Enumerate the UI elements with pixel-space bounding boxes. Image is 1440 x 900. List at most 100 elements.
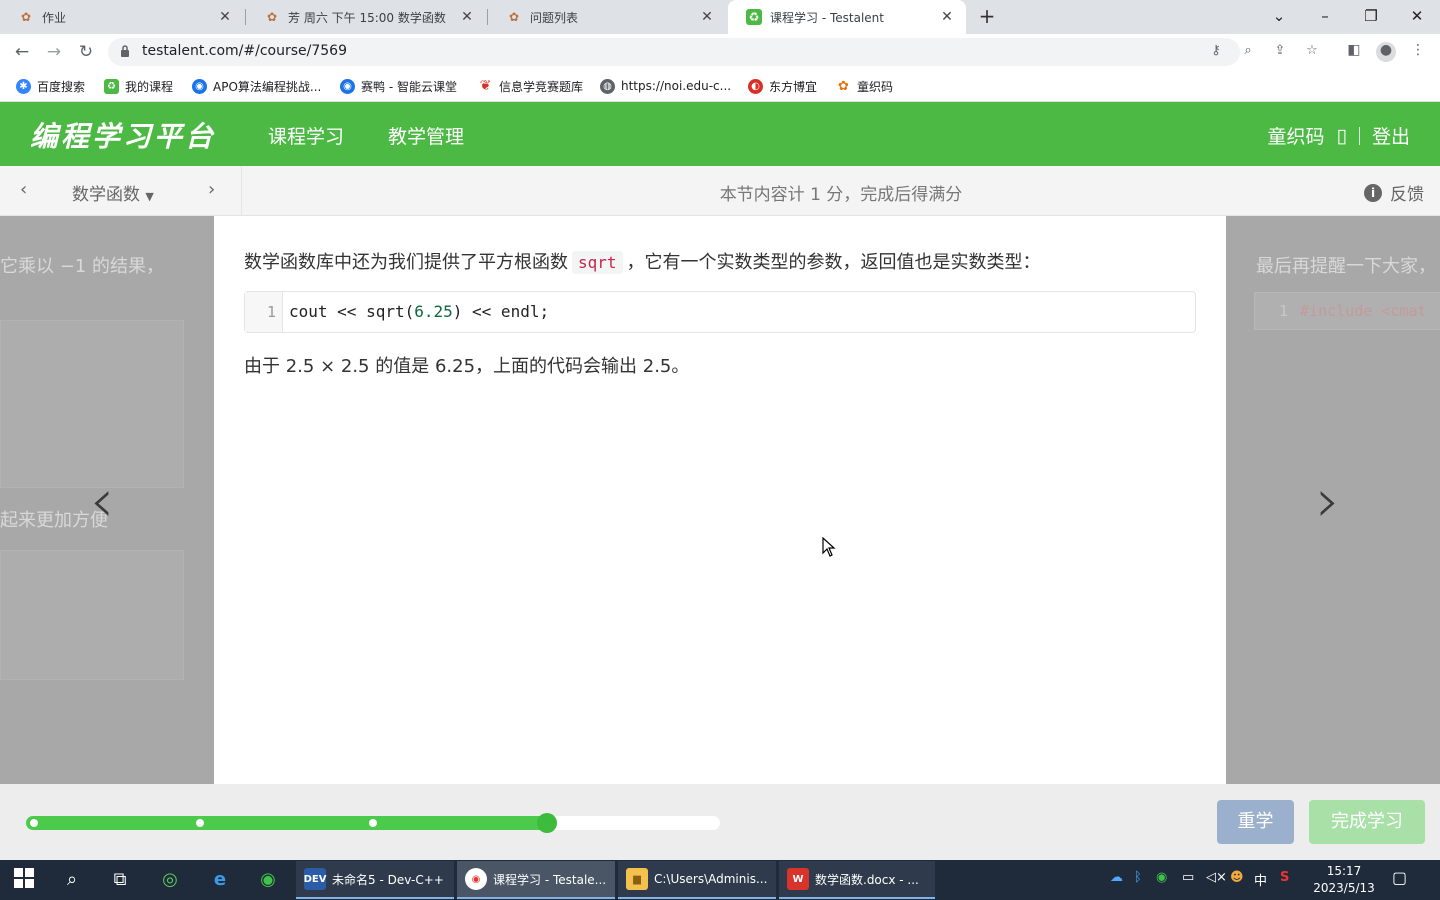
previous-slide-arrow-icon[interactable]: ‹ [90,466,114,536]
section-nav: ‹ 数学函数 ▼ › [0,166,242,216]
bookmarks-bar: ✱ 百度搜索 ♻ 我的课程 ◉ APO算法编程挑战... ◉ 赛鸭 - 智能云课… [0,70,1440,102]
tab-label: 作业 [42,10,67,25]
chrome-icon: ◉ [465,868,487,890]
qq-icon[interactable]: ☻ [1230,870,1244,885]
devcpp-icon: DEV [304,868,326,890]
profile-icon[interactable]: ● [1376,42,1396,62]
tab-search-icon[interactable]: ⌄ [1256,0,1302,34]
system-clock[interactable]: 15:17 2023/5/13 [1312,863,1376,897]
relearn-button[interactable]: 重学 [1217,800,1294,844]
bluetooth-icon[interactable]: ᛒ [1134,870,1142,885]
bookmark-item[interactable]: ◉ APO算法编程挑战... [192,76,321,96]
bookmark-star-icon[interactable]: ☆ [1302,43,1322,61]
bookmark-item[interactable]: ◍ https://noi.edu-c... [600,76,731,96]
taskbar-app[interactable]: ▆ C:\Users\Adminis... [618,861,776,899]
ime-indicator[interactable]: 中 [1254,870,1267,889]
windows-start-icon[interactable] [12,868,36,892]
complete-learning-button[interactable]: 完成学习 [1309,800,1425,844]
zoom-icon[interactable]: ⌕ [1238,43,1258,61]
bookmark-label: 童织码 [857,79,894,94]
taskbar-app[interactable]: DEV 未命名5 - Dev-C++ [296,861,454,899]
bookmark-item[interactable]: ✱ 百度搜索 [16,76,85,96]
feedback-button[interactable]: i 反馈 [1364,180,1424,205]
progress-dot[interactable] [196,819,204,827]
bookmark-item[interactable]: ◐ 东方博宜 [748,76,817,96]
section-selector[interactable]: 数学函数 ▼ [72,180,154,205]
progress-dot[interactable] [30,819,38,827]
window-close-button[interactable]: ✕ [1394,0,1440,34]
close-icon[interactable]: ✕ [216,9,234,25]
url-text: testalent.com/#/course/7569 [142,43,347,59]
next-slide-arrow-icon[interactable]: › [1316,466,1340,536]
clock-date: 2023/5/13 [1313,881,1375,895]
slide-stage: 它乘以 −1 的结果， 起来更加方便 ‹ 最后再提醒一下大家， 1 #includ… [0,216,1440,784]
ie-icon[interactable]: e [208,868,232,892]
inline-code: sqrt [572,251,623,274]
baidu-icon: ✱ [16,78,31,94]
bookmark-item[interactable]: ❦ 信息学竞赛题库 [478,76,583,96]
progress-dot[interactable] [369,819,377,827]
address-bar[interactable]: testalent.com/#/course/7569 ⚷ ⌕ ⇪ ☆ [108,38,1318,66]
nav-teaching-management[interactable]: 教学管理 [388,122,464,149]
taskbar-app-active[interactable]: ◉ 课程学习 - Testale... [457,861,615,899]
next-section-chevron-icon[interactable]: › [208,179,215,200]
taskbar-app-label: 课程学习 - Testale... [493,872,607,887]
app-logo[interactable]: 编程学习平台 [30,115,216,155]
testalent-icon: ♻ [104,78,119,94]
code-block[interactable]: 1 cout << sqrt(6.25) << endl; [244,291,1196,333]
code-token: ) << endl; [452,302,550,321]
prev-section-chevron-icon[interactable]: ‹ [20,179,27,200]
notification-icon[interactable]: ▢ [1392,868,1407,887]
logout-link[interactable]: 登出 [1372,122,1410,149]
progress-fill [26,816,547,830]
share-icon[interactable]: ⇪ [1270,43,1290,61]
wechat-icon[interactable]: ◉ [256,868,280,892]
close-icon[interactable]: ✕ [698,9,716,25]
side-panel-icon[interactable]: ◧ [1344,42,1364,62]
progress-track[interactable] [26,813,720,833]
bookmark-item[interactable]: ♻ 我的课程 [104,76,173,96]
minimize-button[interactable]: – [1302,0,1348,34]
nav-course-learning[interactable]: 课程学习 [268,122,344,149]
restore-button[interactable]: ❐ [1348,0,1394,34]
score-info: 本节内容计 1 分，完成后得满分 [719,185,963,205]
pepper-icon: ✿ [508,10,520,24]
menu-icon[interactable]: ⋮ [1408,42,1428,62]
sogou-icon[interactable]: S [1280,870,1289,885]
taskbar-app[interactable]: W 数学函数.docx - ... [779,861,935,899]
browser-tab[interactable]: ✿ 问题列表 ✕ [488,0,726,34]
onedrive-icon[interactable]: ☁ [1110,870,1123,885]
task-view-icon[interactable]: ⧉ [108,868,132,892]
browser-tab-active[interactable]: ♻ 课程学习 - Testalent ✕ [728,0,966,34]
next-slide-code: 1 #include <cmat [1254,292,1440,330]
browser-360-icon[interactable]: ◎ [158,868,182,892]
bookmark-label: https://noi.edu-c... [621,79,732,93]
progress-knob[interactable] [537,813,557,833]
wechat-tray-icon[interactable]: ◉ [1156,870,1167,885]
key-icon[interactable]: ⚷ [1206,43,1226,61]
browser-tab[interactable]: ✿ 芳 周六 下午 15:00 数学函数 ✕ [246,0,486,34]
taskbar-app-label: C:\Users\Adminis... [654,872,768,886]
close-icon[interactable]: ✕ [938,9,956,25]
search-icon[interactable]: ⌕ [60,868,84,892]
paragraph-text: ，它有一个实数类型的参数，返回值也是实数类型： [626,252,1041,273]
testalent-icon: ♻ [746,9,762,25]
bookmark-item[interactable]: ◉ 赛鸭 - 智能云课堂 [340,76,457,96]
volume-muted-icon[interactable]: ◁× [1206,870,1227,885]
close-icon[interactable]: ✕ [458,9,476,25]
username[interactable]: 童织码 [1268,122,1325,149]
code-token: cout << sqrt( [289,302,415,321]
feedback-label: 反馈 [1390,185,1424,205]
line-number: 1 [1279,302,1289,320]
clock-time: 15:17 [1326,864,1362,878]
browser-toolbar: ← → ↻ testalent.com/#/course/7569 ⚷ ⌕ ⇪ … [0,34,1440,70]
paragraph-text: 数学函数库中还为我们提供了平方根函数 [244,252,568,273]
forward-button[interactable]: → [42,40,66,64]
reload-button[interactable]: ↻ [74,40,98,64]
browser-tab[interactable]: ✿ 作业 ✕ [0,0,244,34]
new-tab-button[interactable]: + [976,5,998,27]
network-icon[interactable]: ▭ [1182,870,1194,885]
bookmark-item[interactable]: ✿ 童织码 [836,76,893,96]
tab-label: 芳 周六 下午 15:00 数学函数 [288,10,446,25]
back-button[interactable]: ← [10,40,34,64]
